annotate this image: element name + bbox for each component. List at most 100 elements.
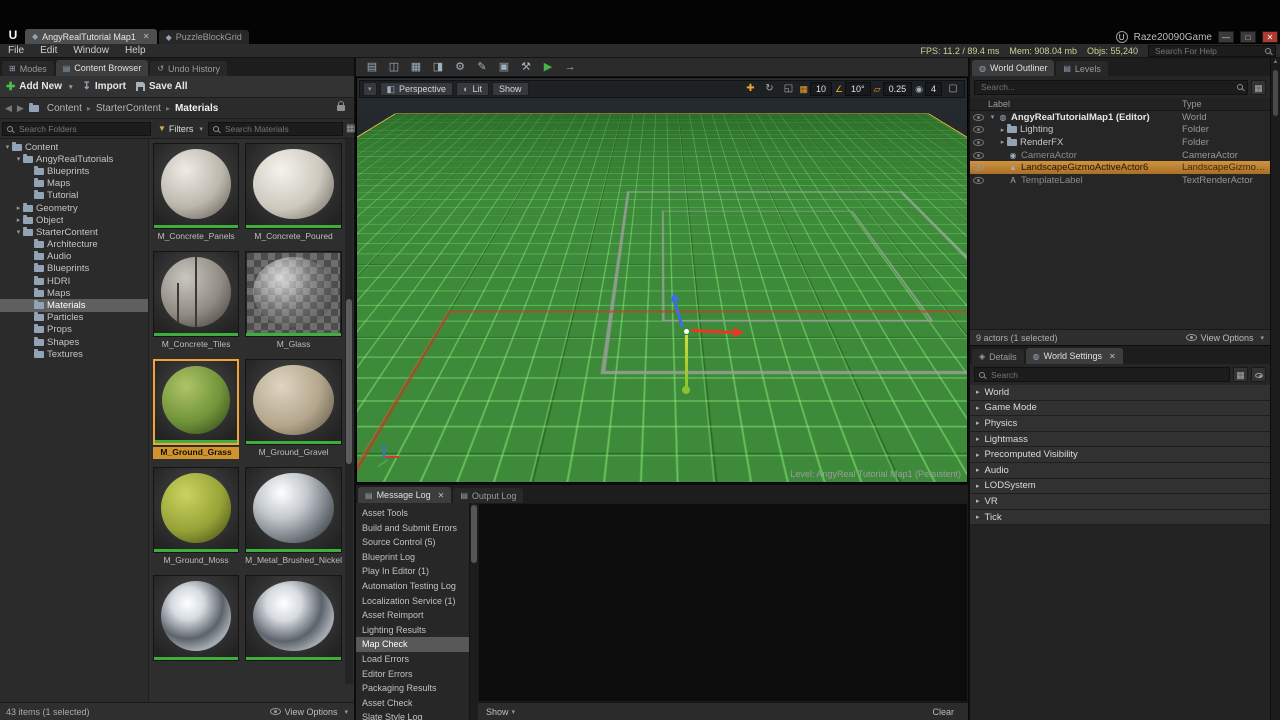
outliner-filter-icon[interactable]: ▦ xyxy=(1251,79,1266,95)
type-column-header[interactable]: Type xyxy=(1182,99,1270,109)
expander-icon[interactable]: ▸ xyxy=(998,138,1007,146)
search-assets-input[interactable] xyxy=(222,122,338,135)
forward-arrow-icon[interactable]: ▶ xyxy=(17,103,24,114)
asset-tile-m-metal-brushed-nickel[interactable]: M_Metal_Brushed_Nickel xyxy=(245,467,342,567)
expander-icon[interactable]: ▸ xyxy=(14,204,23,212)
menu-item-edit[interactable]: Edit xyxy=(32,45,65,56)
tab-undo-history[interactable]: ↺ Undo History xyxy=(150,61,228,76)
outliner-search-box[interactable] xyxy=(974,79,1248,95)
scrollbar-thumb[interactable] xyxy=(471,505,477,563)
message-log-category-blueprint-log[interactable]: Blueprint Log xyxy=(356,550,469,565)
message-log-category-load-errors[interactable]: Load Errors xyxy=(356,652,469,667)
tab-world-settings[interactable]: ◍ World Settings ✕ xyxy=(1025,348,1123,364)
scale-tool-icon[interactable]: ◱ xyxy=(780,82,796,96)
perspective-button[interactable]: ◧ Perspective xyxy=(379,82,454,96)
viewport-options-button[interactable]: ▾ xyxy=(363,82,377,96)
asset-tile[interactable] xyxy=(245,575,342,675)
folder-tree-item-maps[interactable]: Maps xyxy=(0,287,148,299)
scale-snap-control[interactable]: ▱ 0.25 xyxy=(874,82,913,96)
close-icon[interactable]: ✕ xyxy=(143,32,150,41)
view-settings-icon[interactable]: ▦ xyxy=(346,123,355,134)
folder-tree-item-startercontent[interactable]: ▾ StarterContent xyxy=(0,226,148,238)
tab-output-log[interactable]: ▤ Output Log xyxy=(453,488,524,503)
message-log-category-asset-tools[interactable]: Asset Tools xyxy=(356,506,469,521)
folder-tree-item-materials[interactable]: Materials xyxy=(0,299,148,312)
grid-snap-control[interactable]: ▦ 10 xyxy=(799,82,832,96)
folder-tree-item-blueprints[interactable]: Blueprints xyxy=(0,165,148,177)
document-tab-puzzleblockgrid[interactable]: ◆ PuzzleBlockGrid xyxy=(158,30,249,44)
cinematics-icon[interactable]: ▣ xyxy=(494,59,514,75)
asset-tile-m-concrete-poured[interactable]: M_Concrete_Poured xyxy=(245,143,342,243)
search-assets-box[interactable] xyxy=(207,121,343,136)
asset-tile-m-ground-moss[interactable]: M_Ground_Moss xyxy=(153,467,240,567)
gizmo-y-axis[interactable] xyxy=(682,335,690,394)
source-control-icon[interactable]: ◫ xyxy=(384,59,404,75)
message-log-category-lighting-results[interactable]: Lighting Results xyxy=(356,623,469,638)
save-all-button[interactable]: Save All xyxy=(136,81,188,92)
outliner-row-cameraactor[interactable]: ◉ CameraActor CameraActor xyxy=(970,149,1270,162)
details-eye-icon[interactable] xyxy=(1251,367,1266,382)
help-search-box[interactable] xyxy=(1148,44,1276,57)
menu-item-window[interactable]: Window xyxy=(65,45,117,56)
folder-tree-item-geometry[interactable]: ▸ Geometry xyxy=(0,202,148,214)
camera-speed-control[interactable]: ◉ 4 xyxy=(915,82,942,96)
visibility-eye-icon[interactable] xyxy=(973,113,984,121)
folder-tree-item-architecture[interactable]: Architecture xyxy=(0,239,148,251)
menu-item-file[interactable]: File xyxy=(0,45,32,56)
window-scrollbar[interactable]: ▲ xyxy=(1270,58,1280,720)
folder-tree-item-angyrealtutorials[interactable]: ▾ AngyRealTutorials xyxy=(0,153,148,165)
asset-tile-m-glass[interactable]: M_Glass xyxy=(245,251,342,351)
show-button[interactable]: Show xyxy=(492,82,529,96)
gizmo-center[interactable] xyxy=(684,329,689,334)
rotation-snap-control[interactable]: ∠ 10° xyxy=(835,82,871,96)
folder-tree-item-shapes[interactable]: Shapes xyxy=(0,336,148,348)
breadcrumb-item-startercontent[interactable]: StarterContent xyxy=(96,103,161,114)
folder-tree-item-hdri[interactable]: HDRI xyxy=(0,275,148,287)
details-search-box[interactable] xyxy=(974,367,1230,382)
details-grid-icon[interactable]: ▦ xyxy=(1233,367,1248,382)
details-section-audio[interactable]: ▸ Audio xyxy=(970,462,1270,479)
details-section-tick[interactable]: ▸ Tick xyxy=(970,509,1270,526)
folder-tree-item-particles[interactable]: Particles xyxy=(0,312,148,324)
tab-content-browser[interactable]: ▤ Content Browser xyxy=(55,60,149,76)
outliner-row-landscapegizmoactiveactor6[interactable]: ▲ LandscapeGizmoActiveActor6 LandscapeGizm… xyxy=(970,161,1270,174)
expander-icon[interactable]: ▸ xyxy=(998,126,1007,134)
folder-tree-item-blueprints[interactable]: Blueprints xyxy=(0,263,148,275)
settings-icon[interactable]: ⚙ xyxy=(450,59,470,75)
add-new-button[interactable]: ✚ Add New ▾ xyxy=(6,80,73,93)
message-log-category-slate-style-log[interactable]: Slate Style Log xyxy=(356,710,469,720)
play-icon[interactable]: ▶ xyxy=(538,59,558,75)
breadcrumb-item-materials[interactable]: Materials xyxy=(175,103,218,114)
message-log-category-editor-errors[interactable]: Editor Errors xyxy=(356,667,469,682)
translate-tool-icon[interactable]: ✚ xyxy=(742,82,758,96)
viewport[interactable]: ▾ ◧ Perspective ◐ Lit Show ✚ ↻ ◱ ▦ 10 ∠ … xyxy=(356,77,968,483)
folder-tree-item-audio[interactable]: Audio xyxy=(0,251,148,263)
expander-icon[interactable]: ▾ xyxy=(988,113,997,121)
outliner-row-lighting[interactable]: ▸ Lighting Folder xyxy=(970,124,1270,137)
close-icon[interactable]: ✕ xyxy=(1109,352,1116,361)
minimize-button[interactable]: — xyxy=(1218,31,1234,43)
label-column-header[interactable]: Label xyxy=(988,99,1182,109)
folder-tree-item-maps[interactable]: Maps xyxy=(0,178,148,190)
build-icon[interactable]: ⚒ xyxy=(516,59,536,75)
clear-log-button[interactable]: Clear xyxy=(926,707,960,717)
message-log-category-asset-reimport[interactable]: Asset Reimport xyxy=(356,608,469,623)
visibility-eye-icon[interactable] xyxy=(973,138,984,146)
outliner-row-templatelabel[interactable]: A TemplateLabel TextRenderActor xyxy=(970,174,1270,187)
rotation-snap-value[interactable]: 10° xyxy=(845,82,871,96)
search-folders-input[interactable] xyxy=(17,122,146,135)
maximize-viewport-icon[interactable]: ▢ xyxy=(945,82,961,96)
document-tab-angyrealtutorial-map1[interactable]: ◆ AngyRealTutorial Map1 ✕ xyxy=(25,29,157,44)
grid-snap-value[interactable]: 10 xyxy=(809,82,832,96)
help-search-input[interactable] xyxy=(1153,44,1261,57)
outliner-row-renderfx[interactable]: ▸ RenderFX Folder xyxy=(970,136,1270,149)
details-section-physics[interactable]: ▸ Physics xyxy=(970,416,1270,432)
expander-icon[interactable]: ▾ xyxy=(14,228,23,236)
visibility-eye-icon[interactable] xyxy=(973,176,984,184)
back-arrow-icon[interactable]: ◀ xyxy=(5,103,12,114)
details-section-world[interactable]: ▸ World xyxy=(970,385,1270,401)
tab-message-log[interactable]: ▤ Message Log ✕ xyxy=(358,487,452,503)
lit-button[interactable]: ◐ Lit xyxy=(456,82,490,96)
expander-icon[interactable]: ▾ xyxy=(14,155,23,163)
scroll-up-icon[interactable]: ▲ xyxy=(1271,59,1280,65)
